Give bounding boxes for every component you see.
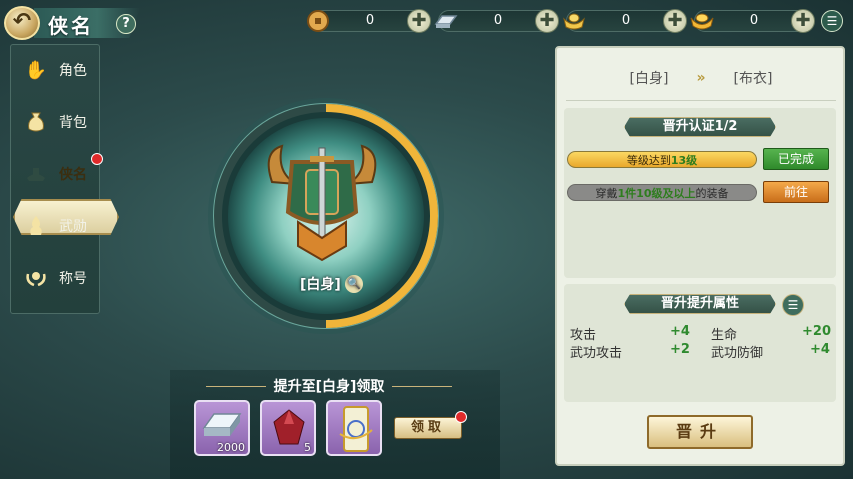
sidebar-item-honor[interactable]: 武勋 [23,209,103,243]
rank-transition: [白身] » [布衣] [566,60,836,96]
divider [566,100,836,101]
add-currency-button[interactable]: ✚ [663,9,687,33]
gold-ingot-icon [561,8,587,34]
certification-title: 晋升认证1/2 [624,117,776,137]
red-gem-icon [273,409,305,445]
flame-icon [23,213,49,239]
currency-value: 0 [493,13,503,28]
completed-button: 已完成 [763,148,829,170]
requirement-level-bar: 等级达到13级 [567,151,757,168]
currency-value: 0 [365,13,375,28]
attribute-list-icon[interactable]: ☰ [782,294,804,316]
reward-count: 5 [304,441,311,454]
add-currency-button[interactable]: ✚ [791,9,815,33]
silver-ingot-icon [433,8,459,34]
requirement-equipment-bar: 穿戴1件10级及以上的装备 [567,184,757,201]
attr-name: 武功攻击 [570,346,623,361]
sidebar-item-label: 角色 [59,63,87,79]
notification-dot [455,411,467,423]
reward-slot[interactable]: 2000 [194,400,250,456]
sidebar: ✋ 角色 背包 侠名 武勋 称号 [10,44,119,314]
scroll-card-icon [339,406,373,452]
attr-name: 武功防御 [711,346,764,361]
attr-name: 攻击 [570,328,597,343]
sidebar-item-label: 武勋 [59,219,87,235]
req-text-pre: 穿戴 [595,187,618,200]
currency-yuanbao: 0 ✚ [690,9,815,33]
requirement-text: 等级达到13级 [568,152,756,169]
attr-value: +2 [670,342,690,357]
menu-list-icon[interactable]: ☰ [821,10,843,32]
hand-icon: ✋ [24,59,48,81]
rank-label[interactable]: [白身] 🔍 [300,272,363,296]
attr-value: +4 [810,342,830,357]
rank-name: [白身] [300,277,341,293]
requirement-text: 穿戴1件10级及以上的装备 [568,185,756,202]
claim-button[interactable]: 领取 [394,417,462,439]
reward-slot[interactable]: 5 [260,400,316,456]
reward-count: 2000 [217,441,245,454]
currency-value: 0 [621,13,631,28]
back-arrow-icon[interactable]: ↶ [4,6,40,40]
reward-title-text: 提升至[白身]领取 [273,379,385,395]
attr-value: +20 [802,324,831,339]
reward-slot[interactable] [326,400,382,456]
magnifier-icon[interactable]: 🔍 [344,275,363,293]
sidebar-item-bag[interactable]: 背包 [23,105,103,139]
currency-silver: 0 ✚ [434,9,559,33]
to-rank: [布衣] [733,71,773,87]
add-currency-button[interactable]: ✚ [407,9,431,33]
copper-coin-icon [305,8,331,34]
sidebar-item-title[interactable]: 称号 [23,261,103,295]
bag-icon [23,109,49,135]
add-currency-button[interactable]: ✚ [535,9,559,33]
req-text-pre: 等级达到 [626,154,671,167]
silver-ingot-icon [202,413,242,436]
notification-dot [91,153,103,165]
sidebar-item-label: 背包 [59,115,87,131]
currency-value: 0 [749,13,759,28]
help-icon[interactable]: ? [116,14,136,34]
hat-icon [23,161,49,187]
yuanbao-icon [689,8,715,34]
attr-value: +4 [670,324,690,339]
req-text-post: 的装备 [695,187,729,200]
reward-title: 提升至[白身]领取 [200,376,458,396]
req-text-highlight: 13级 [670,154,698,167]
from-rank: [白身] [629,71,669,87]
attributes-title: 晋升提升属性 [624,294,776,314]
sidebar-item-label: 侠名 [59,167,87,183]
laurel-icon [23,265,49,291]
page-title: 侠名 [48,14,94,38]
go-button[interactable]: 前往 [763,181,829,203]
double-arrow-icon: » [696,70,706,86]
shield-badge-icon [262,142,382,276]
attr-name: 生命 [711,328,738,343]
upgrade-button[interactable]: 晋升 [647,415,753,449]
currency-copper: 0 ✚ [307,9,431,33]
req-text-highlight: 1件10级及以上 [617,187,696,200]
currency-gold: 0 ✚ [563,9,687,33]
sidebar-item-character[interactable]: ✋ 角色 [23,53,103,87]
sidebar-item-label: 称号 [59,271,87,287]
